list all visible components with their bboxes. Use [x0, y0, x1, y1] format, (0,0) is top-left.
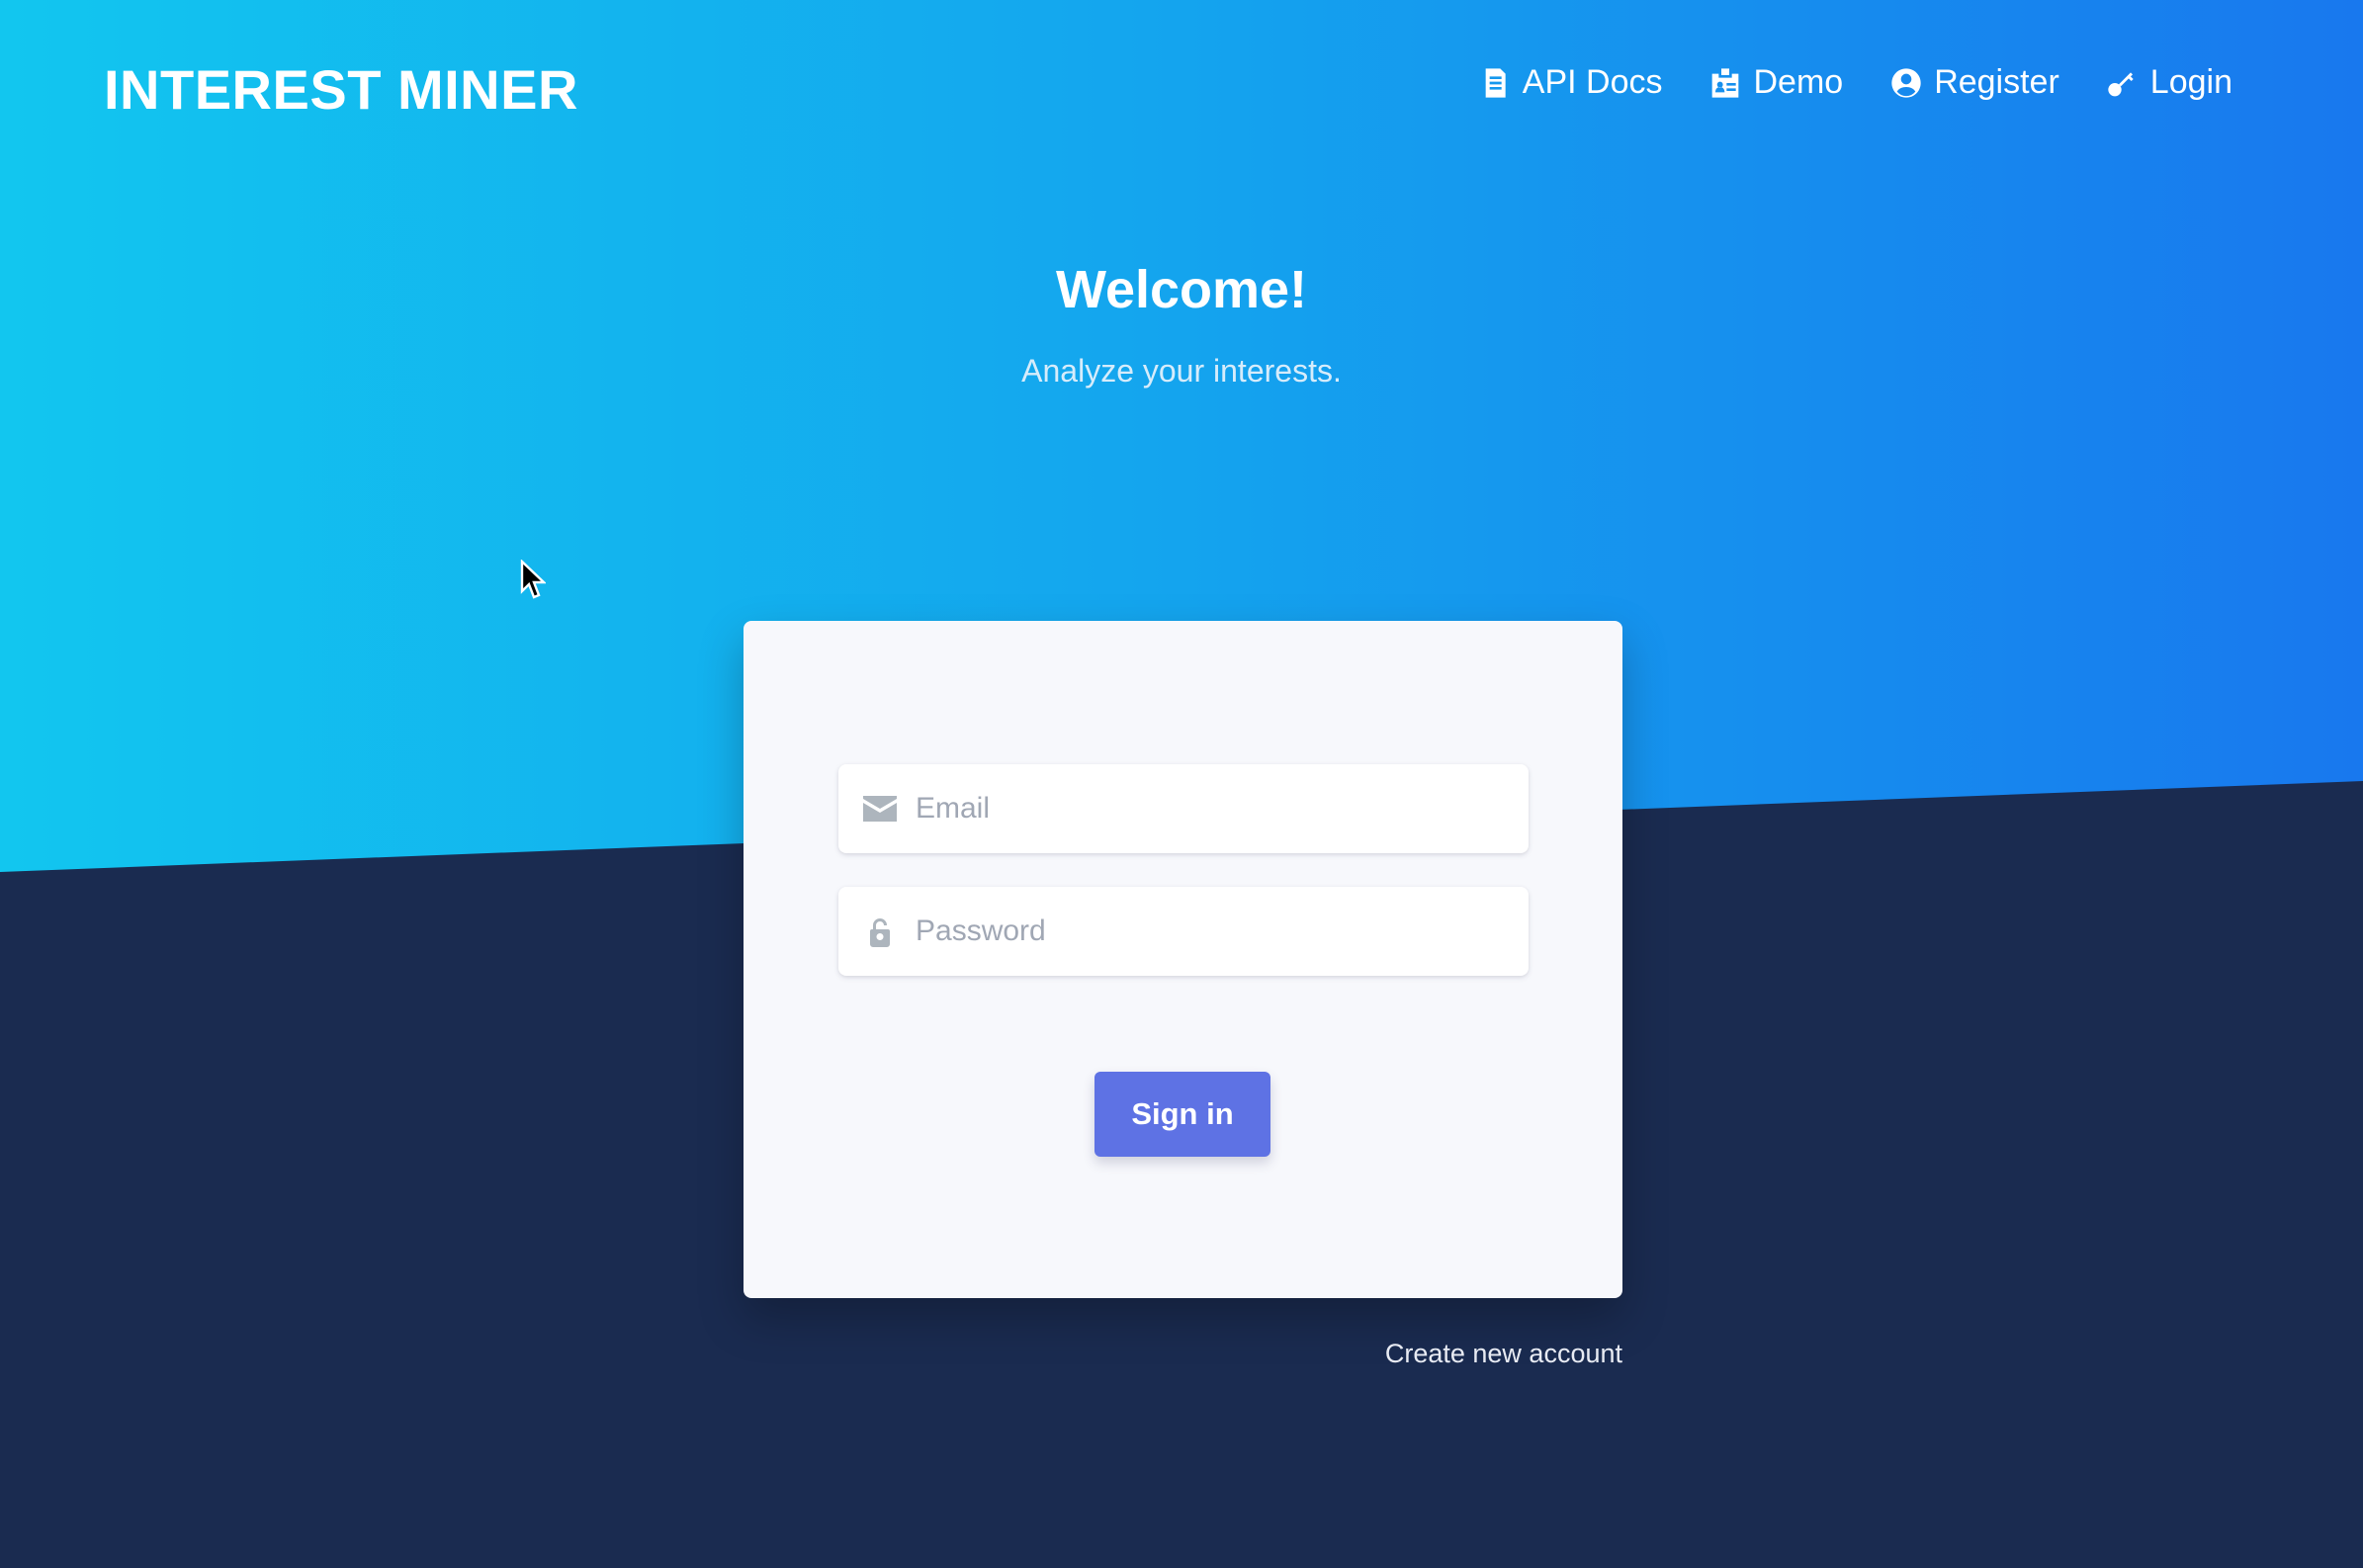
unlock-icon [860, 915, 900, 947]
nav-api-docs-label: API Docs [1522, 63, 1663, 101]
welcome-subtitle: Analyze your interests. [1021, 353, 1342, 389]
top-nav: API Docs Demo Register Login [1479, 63, 2232, 102]
welcome-heading: Welcome! [1055, 260, 1308, 319]
id-card-icon [1712, 67, 1739, 98]
sign-in-button[interactable]: Sign in [1094, 1072, 1270, 1157]
nav-demo[interactable]: Demo [1709, 63, 1843, 102]
nav-login-label: Login [2149, 63, 2232, 101]
password-field[interactable] [838, 887, 1529, 976]
password-input[interactable] [914, 914, 1511, 949]
nav-demo-label: Demo [1753, 63, 1844, 101]
email-input[interactable] [914, 791, 1511, 827]
brand-logo[interactable]: INTEREST MINER [104, 57, 578, 122]
mouse-cursor-icon [520, 560, 546, 599]
login-card: Sign in [744, 621, 1622, 1298]
nav-register[interactable]: Register [1890, 63, 2059, 102]
nav-api-docs[interactable]: API Docs [1479, 63, 1663, 102]
nav-register-label: Register [1934, 63, 2059, 101]
key-icon [2108, 71, 2134, 96]
page: INTEREST MINER API Docs Demo Register Lo… [0, 0, 2363, 1568]
nav-login[interactable]: Login [2107, 63, 2232, 102]
user-circle-icon [1891, 67, 1921, 98]
create-account-link[interactable]: Create new account [1355, 1339, 1622, 1369]
document-icon [1485, 67, 1506, 98]
email-field[interactable] [838, 764, 1529, 853]
envelope-icon [860, 796, 900, 822]
